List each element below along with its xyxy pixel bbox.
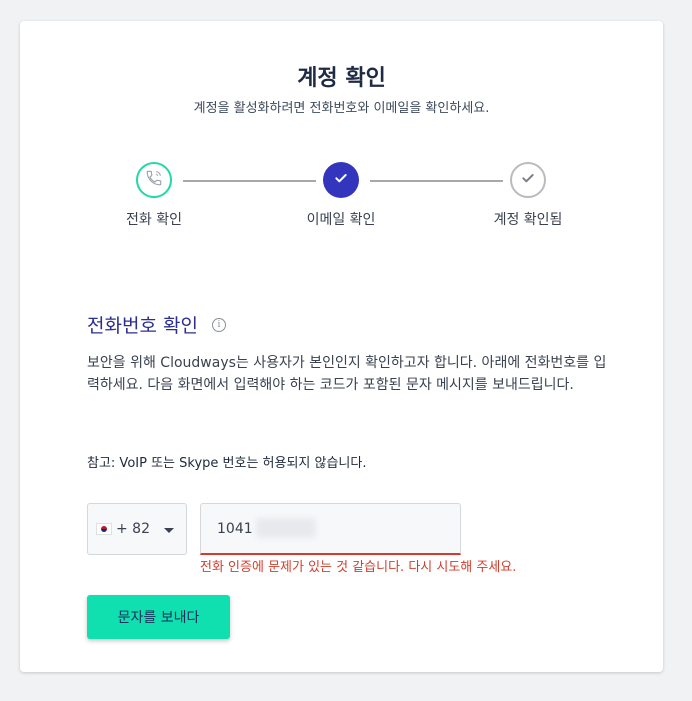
step-label-phone: 전화 확인 xyxy=(126,212,182,228)
step-connector xyxy=(183,180,316,182)
page-subtitle: 계정을 활성화하려면 전화번호와 이메일을 확인하세요. xyxy=(193,101,490,116)
country-code: + 82 xyxy=(116,521,150,537)
phone-icon xyxy=(145,169,163,191)
voip-note: 참고: VoIP 또는 Skype 번호는 허용되지 않습니다. xyxy=(87,456,367,471)
step-connector xyxy=(370,180,503,182)
section-title: 전화번호 확인 xyxy=(87,315,198,337)
country-code-select[interactable]: + 82 xyxy=(87,503,187,555)
info-icon[interactable]: i xyxy=(211,317,226,332)
error-message: 전화 인증에 문제가 있는 것 같습니다. 다시 시도해 주세요. xyxy=(200,560,517,575)
chevron-down-icon xyxy=(164,528,174,533)
step-account-circle xyxy=(510,162,546,198)
redacted-digits xyxy=(256,518,316,538)
check-icon xyxy=(333,170,349,190)
section-heading: 전화번호 확인 i xyxy=(87,311,226,338)
check-icon xyxy=(520,170,536,190)
verification-card: 계정 확인 계정을 활성화하려면 전화번호와 이메일을 확인하세요. 전화 확인… xyxy=(20,21,663,672)
step-label-email: 이메일 확인 xyxy=(306,212,376,228)
section-description: 보안을 위해 Cloudways는 사용자가 본인인지 확인하고자 합니다. 아… xyxy=(87,355,607,393)
step-phone-circle xyxy=(136,162,172,198)
step-email-circle xyxy=(323,162,359,198)
page-title: 계정 확인 xyxy=(297,66,386,91)
south-korea-flag-icon xyxy=(96,523,112,535)
progress-stepper: 전화 확인 이메일 확인 계정 확인됨 xyxy=(20,161,663,231)
send-sms-button[interactable]: 문자를 보내다 xyxy=(87,595,230,639)
phone-number-input[interactable] xyxy=(200,503,461,555)
step-label-account: 계정 확인됨 xyxy=(493,212,563,228)
